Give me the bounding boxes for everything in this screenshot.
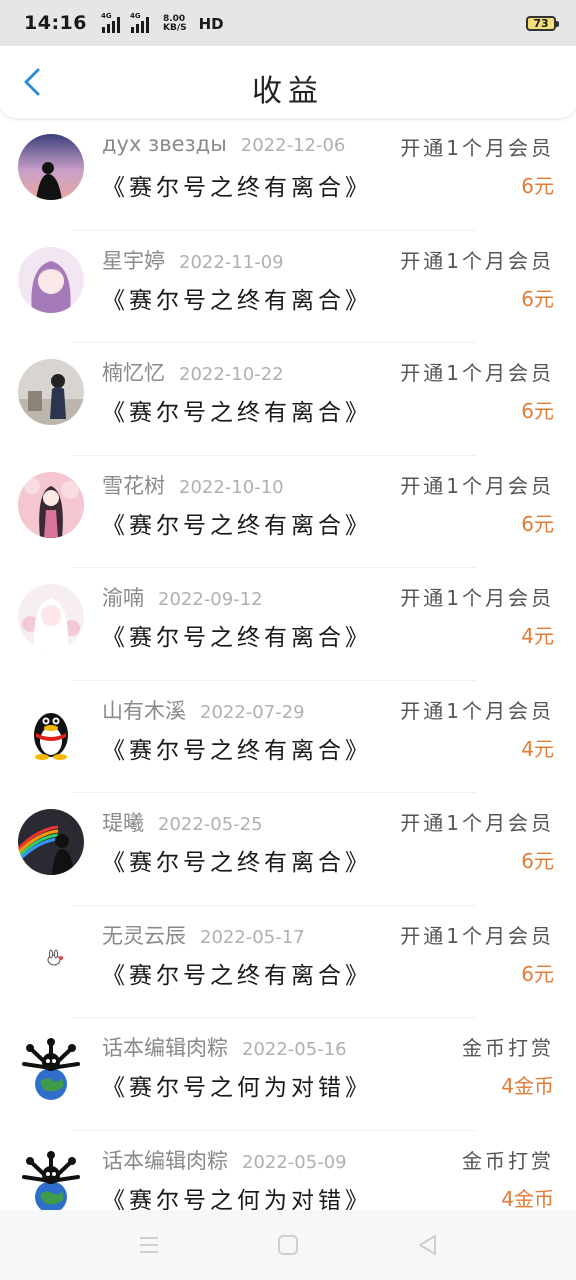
- record-date: 2022-07-29: [200, 701, 305, 723]
- record-date: 2022-10-10: [179, 476, 284, 498]
- list-item[interactable]: 话本编辑肉粽 2022-05-09 《赛尔号之何为对错》 金币打赏 4金币: [0, 1131, 576, 1211]
- home-button[interactable]: [268, 1225, 308, 1265]
- work-title: 《赛尔号之终有离合》: [102, 175, 372, 201]
- amount: 6元: [521, 961, 554, 986]
- record-date: 2022-10-22: [179, 364, 284, 385]
- work-title: 《赛尔号之何为对错》: [102, 1075, 372, 1101]
- amount: 6元: [521, 399, 554, 423]
- status-icons: 4G 4G 8.00 KB/S HD: [100, 12, 224, 33]
- list-item[interactable]: 山有木溪 2022-07-29 《赛尔号之终有离合》 开通1个月会员 4元: [0, 681, 576, 793]
- amount: 6元: [521, 286, 554, 311]
- header: 收益: [0, 46, 576, 118]
- net-speed-unit: KB/S: [162, 23, 187, 33]
- user-name: 话本编辑肉粽 2022-05-16: [102, 1036, 347, 1060]
- work-title: 《赛尔号之终有离合》: [102, 962, 372, 989]
- net-speed: 8.00 KB/S: [163, 15, 187, 33]
- menu-button[interactable]: [129, 1225, 169, 1265]
- signal-icon: 4G: [129, 12, 149, 33]
- action-label: 开通1个月会员: [400, 473, 554, 498]
- action-label: 金币打赏: [462, 1148, 554, 1173]
- back-triangle-icon: [418, 1235, 436, 1255]
- list-item[interactable]: 无灵云辰 2022-05-17 《赛尔号之终有离合》 开通1个月会员 6元: [0, 906, 576, 1018]
- record-date: 2022-11-09: [179, 251, 284, 273]
- avatar[interactable]: [18, 1146, 84, 1210]
- nav-back-button[interactable]: [407, 1225, 447, 1265]
- list-item[interactable]: 星宇婷 2022-11-09 《赛尔号之终有离合》 开通1个月会员 6元: [0, 231, 576, 343]
- user-name: дух звезды 2022-12-06: [102, 132, 346, 156]
- list-item[interactable]: 楠忆忆 2022-10-22 《赛尔号之终有离合》 开通1个月会员 6元: [0, 343, 576, 456]
- list-item[interactable]: 话本编辑肉粽 2022-05-16 《赛尔号之何为对错》 金币打赏 4金币: [0, 1018, 576, 1131]
- avatar[interactable]: [18, 1034, 84, 1100]
- action-label: 开通1个月会员: [400, 811, 554, 835]
- work-title: 《赛尔号之终有离合》: [102, 400, 372, 426]
- user-name: 瑅曦 2022-05-25: [102, 811, 263, 835]
- work-title: 《赛尔号之终有离合》: [102, 512, 372, 539]
- record-date: 2022-05-25: [158, 814, 263, 835]
- list-item[interactable]: 渝喃 2022-09-12 《赛尔号之终有离合》 开通1个月会员 4元: [0, 568, 576, 681]
- status-bar: 14:16 4G 4G 8.00 KB/S HD 73: [0, 0, 576, 46]
- action-label: 开通1个月会员: [400, 923, 554, 948]
- record-date: 2022-05-09: [242, 1151, 347, 1173]
- page-title: 收益: [252, 74, 324, 109]
- amount: 4元: [521, 624, 554, 648]
- record-date: 2022-09-12: [158, 589, 263, 610]
- action-label: 开通1个月会员: [400, 698, 554, 723]
- action-label: 开通1个月会员: [400, 361, 554, 385]
- status-time: 14:16: [24, 12, 87, 34]
- amount: 6元: [521, 511, 554, 536]
- system-nav-bar: [0, 1210, 576, 1280]
- avatar[interactable]: [18, 359, 84, 425]
- avatar[interactable]: [18, 246, 84, 313]
- action-label: 金币打赏: [462, 1036, 554, 1060]
- avatar[interactable]: [18, 921, 84, 988]
- user-name: 无灵云辰 2022-05-17: [102, 923, 305, 948]
- avatar[interactable]: [18, 696, 84, 763]
- signal-icon: 4G: [100, 12, 120, 33]
- signal-tag: 4G: [129, 12, 141, 20]
- battery-level: 73: [533, 16, 549, 30]
- work-title: 《赛尔号之终有离合》: [102, 287, 372, 314]
- record-date: 2022-05-16: [242, 1039, 347, 1060]
- action-label: 开通1个月会员: [400, 586, 554, 610]
- list-item[interactable]: дух звезды 2022-12-06 《赛尔号之终有离合》 开通1个月会员 …: [0, 118, 576, 231]
- record-date: 2022-12-06: [240, 135, 346, 156]
- income-list[interactable]: дух звезды 2022-12-06 《赛尔号之终有离合》 开通1个月会员 …: [0, 118, 576, 1210]
- hd-label: HD: [198, 15, 224, 33]
- avatar[interactable]: [18, 134, 84, 200]
- avatar[interactable]: [18, 471, 84, 538]
- action-label: 开通1个月会员: [400, 136, 554, 160]
- work-title: 《赛尔号之终有离合》: [102, 850, 372, 876]
- battery-icon: 73: [526, 15, 559, 31]
- user-name: 山有木溪 2022-07-29: [102, 698, 305, 723]
- user-name: 楠忆忆 2022-10-22: [102, 361, 284, 385]
- amount: 6元: [521, 174, 554, 198]
- action-label: 开通1个月会员: [400, 248, 554, 273]
- work-title: 《赛尔号之终有离合》: [102, 625, 372, 651]
- menu-icon: [140, 1237, 159, 1253]
- list-item[interactable]: 瑅曦 2022-05-25 《赛尔号之终有离合》 开通1个月会员 6元: [0, 793, 576, 906]
- avatar[interactable]: [18, 584, 84, 650]
- work-title: 《赛尔号之何为对错》: [102, 1187, 372, 1211]
- avatar[interactable]: [18, 809, 84, 875]
- user-name: 话本编辑肉粽 2022-05-09: [102, 1148, 347, 1173]
- amount: 4金币: [501, 1074, 554, 1098]
- amount: 4金币: [501, 1186, 554, 1211]
- amount: 4元: [521, 736, 554, 761]
- user-name: 渝喃 2022-09-12: [102, 586, 263, 610]
- user-name: 星宇婷 2022-11-09: [102, 248, 284, 273]
- list-item[interactable]: 雪花树 2022-10-10 《赛尔号之终有离合》 开通1个月会员 6元: [0, 456, 576, 568]
- signal-tag: 4G: [100, 12, 112, 20]
- record-date: 2022-05-17: [200, 926, 305, 948]
- home-square-icon: [277, 1235, 298, 1255]
- user-name: 雪花树 2022-10-10: [102, 473, 284, 498]
- amount: 6元: [521, 849, 554, 873]
- work-title: 《赛尔号之终有离合》: [102, 737, 372, 764]
